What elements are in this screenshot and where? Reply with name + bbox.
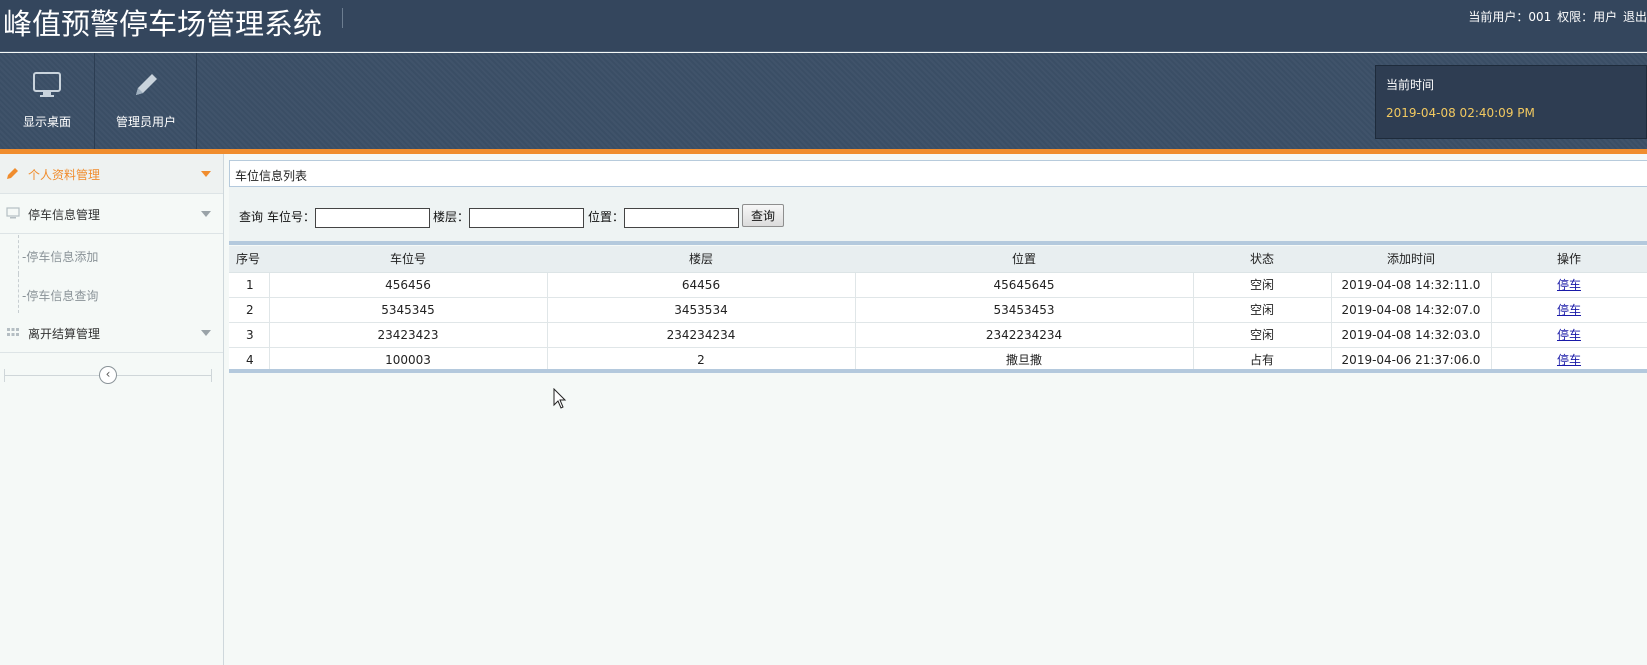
park-link[interactable]: 停车 xyxy=(1557,353,1581,367)
column-header: 序号 xyxy=(229,246,269,273)
space-no-cell: 5345345 xyxy=(269,297,548,323)
panel-title: 车位信息列表 xyxy=(235,169,308,183)
table-row: 3 23423423 234234234 2342234234 空闲 2019-… xyxy=(229,322,1647,348)
show-desktop-label: 显示桌面 xyxy=(22,115,71,129)
sidebar-group-parking[interactable]: 停车信息管理 xyxy=(0,194,223,234)
sidebar-item-label: -停车信息添加 xyxy=(22,250,99,264)
row-index: 2 xyxy=(229,297,270,323)
monitor-icon xyxy=(6,207,20,219)
column-header: 楼层 xyxy=(547,246,855,273)
column-header: 位置 xyxy=(855,246,1193,273)
row-index: 3 xyxy=(229,322,270,348)
action-cell: 停车 xyxy=(1491,297,1647,323)
show-desktop-button[interactable]: 显示桌面 xyxy=(0,53,95,149)
column-header: 车位号 xyxy=(269,246,547,273)
user-info: 当前用户：001 权限：用户 退出 xyxy=(1466,8,1647,25)
caret-down-icon xyxy=(201,171,211,177)
status-cell: 空闲 xyxy=(1193,272,1332,298)
park-link[interactable]: 停车 xyxy=(1557,303,1581,317)
monitor-icon xyxy=(33,72,61,97)
action-cell: 停车 xyxy=(1491,272,1647,298)
action-cell: 停车 xyxy=(1491,322,1647,348)
sidebar-group-label: 停车信息管理 xyxy=(28,208,101,222)
space-no-cell: 456456 xyxy=(269,272,548,298)
app-title: 峰值预警停车场管理系统 xyxy=(3,7,323,41)
current-user-label: 当前用户：001 xyxy=(1468,10,1552,24)
logout-link[interactable]: 退出 xyxy=(1623,10,1647,24)
row-index: 1 xyxy=(229,272,270,298)
grid-icon xyxy=(7,328,19,336)
title-divider xyxy=(342,8,343,28)
location-label: 位置： xyxy=(588,210,625,224)
app-header: 峰值预警停车场管理系统 当前用户：001 权限：用户 退出 xyxy=(0,0,1647,52)
status-cell: 空闲 xyxy=(1193,322,1332,348)
top-toolbar: 显示桌面 管理员用户 当前时间 2019-04-08 02:40:09 PM xyxy=(0,53,1647,149)
sidebar-item-parking-add[interactable]: -停车信息添加 xyxy=(0,235,223,274)
table-row: 2 5345345 3453534 53453453 空闲 2019-04-08… xyxy=(229,297,1647,323)
search-prefix: 查询 xyxy=(239,210,264,224)
column-header: 添加时间 xyxy=(1331,246,1491,273)
tree-dash xyxy=(18,274,19,313)
added-time-cell: 2019-04-08 14:32:11.0 xyxy=(1331,272,1492,298)
sidebar: 个人资料管理 停车信息管理 -停车信息添加 -停车信息查询 离开结算管理 ‹ xyxy=(0,154,224,665)
floor-input[interactable] xyxy=(469,208,584,228)
park-link[interactable]: 停车 xyxy=(1557,328,1581,342)
added-time-cell: 2019-04-08 14:32:07.0 xyxy=(1331,297,1492,323)
location-input[interactable] xyxy=(624,208,739,228)
floor-cell: 64456 xyxy=(547,272,856,298)
table-row: 1 456456 64456 45645645 空闲 2019-04-08 14… xyxy=(229,272,1647,298)
added-time-cell: 2019-04-08 14:32:03.0 xyxy=(1331,322,1492,348)
column-header: 状态 xyxy=(1193,246,1331,273)
pencil-icon xyxy=(136,74,157,95)
search-button[interactable]: 查询 xyxy=(742,204,784,227)
table-top-border xyxy=(229,241,1647,245)
location-cell: 45645645 xyxy=(855,272,1194,298)
current-time-label: 当前时间 xyxy=(1386,78,1435,92)
space-no-label: 车位号： xyxy=(267,210,316,224)
current-time-box: 当前时间 2019-04-08 02:40:09 PM xyxy=(1375,65,1647,139)
space-no-input[interactable] xyxy=(315,208,430,228)
pencil-icon xyxy=(7,168,18,179)
admin-user-label: 管理员用户 xyxy=(115,115,176,129)
status-cell: 空闲 xyxy=(1193,297,1332,323)
table-header-row: 序号 车位号 楼层 位置 状态 添加时间 操作 xyxy=(229,246,1647,273)
sidebar-group-profile[interactable]: 个人资料管理 xyxy=(0,154,223,194)
sidebar-item-label: -停车信息查询 xyxy=(22,289,99,303)
floor-label: 楼层： xyxy=(433,210,470,224)
mouse-cursor-icon xyxy=(553,388,567,409)
tree-dash xyxy=(18,235,19,274)
current-time-value: 2019-04-08 02:40:09 PM xyxy=(1386,106,1535,120)
sidebar-group-label: 离开结算管理 xyxy=(28,327,101,341)
sidebar-group-checkout[interactable]: 离开结算管理 xyxy=(0,313,223,353)
caret-down-icon xyxy=(201,211,211,217)
panel-header: 车位信息列表 xyxy=(229,160,1647,187)
accent-divider xyxy=(0,149,1647,154)
floor-cell: 3453534 xyxy=(547,297,856,323)
location-cell: 53453453 xyxy=(855,297,1194,323)
location-cell: 2342234234 xyxy=(855,322,1194,348)
sidebar-item-parking-query[interactable]: -停车信息查询 xyxy=(0,274,223,313)
column-header: 操作 xyxy=(1491,246,1647,273)
admin-user-button[interactable]: 管理员用户 xyxy=(96,53,197,149)
search-bar: 查询 车位号： 楼层： 位置： 查询 xyxy=(229,187,1647,242)
parking-space-table: 序号 车位号 楼层 位置 状态 添加时间 操作 1 456456 64456 4… xyxy=(229,246,1647,373)
chevron-left-icon[interactable]: ‹ xyxy=(99,366,117,384)
floor-cell: 234234234 xyxy=(547,322,856,348)
permission-label: 权限：用户 xyxy=(1557,10,1618,24)
space-no-cell: 23423423 xyxy=(269,322,548,348)
park-link[interactable]: 停车 xyxy=(1557,278,1581,292)
table-bottom-border xyxy=(229,369,1647,373)
sidebar-group-label: 个人资料管理 xyxy=(28,168,101,182)
caret-down-icon xyxy=(201,330,211,336)
